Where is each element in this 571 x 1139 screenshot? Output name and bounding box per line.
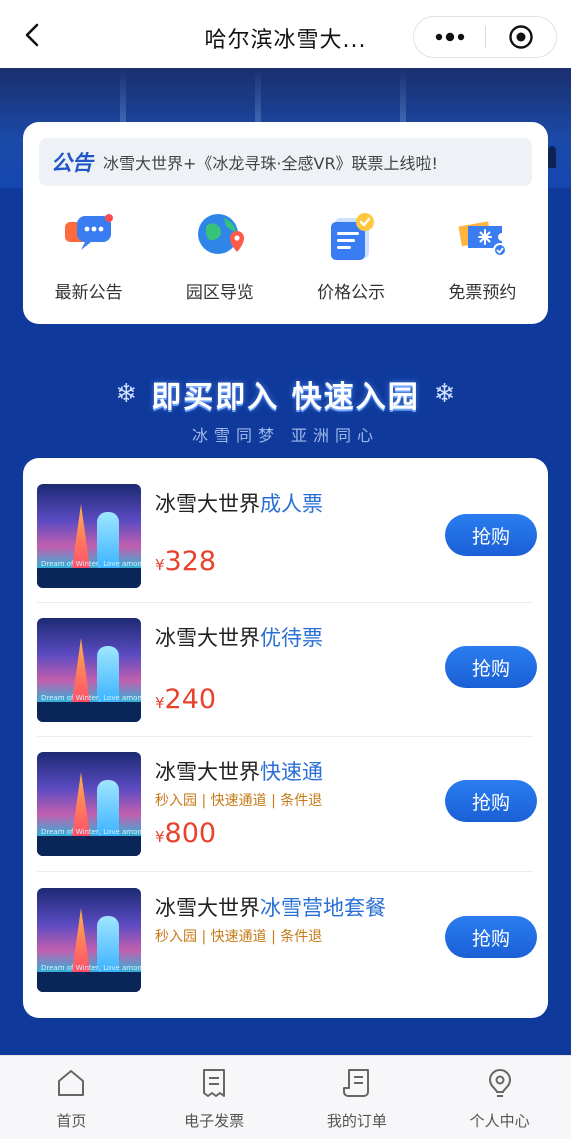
- ticket-tags: 秒入园 | 快速通道 | 条件退: [155, 929, 323, 945]
- notice-card: 公告 冰雪大世界+《冰龙寻珠·全感VR》联票上线啦! 最新公告 园区导览 价格公…: [23, 122, 548, 324]
- notice-bar[interactable]: 公告 冰雪大世界+《冰龙寻珠·全感VR》联票上线啦!: [39, 138, 532, 186]
- ticket-name-prefix: 冰雪大世界: [155, 760, 260, 784]
- currency-symbol: ¥: [155, 556, 165, 574]
- quick-link-announcement[interactable]: 最新公告: [23, 208, 154, 303]
- tab-invoice[interactable]: 电子发票: [143, 1056, 286, 1139]
- tab-label: 我的订单: [326, 1112, 387, 1130]
- ticket-thumbnail: Dream of Winter, Love among Asia: [37, 888, 141, 992]
- tab-home[interactable]: 首页: [0, 1056, 143, 1139]
- slogan-main-row: ❄ 即买即入 快速入园 ❄: [115, 372, 455, 416]
- list-item[interactable]: Dream of Winter, Love among Asia 冰雪大世界冰雪…: [37, 862, 537, 996]
- quick-links: 最新公告 园区导览 价格公示 免票预约: [23, 208, 548, 303]
- quick-link-label: 免票预约: [448, 283, 517, 303]
- more-dots-icon[interactable]: [414, 17, 485, 57]
- ticket-name-prefix: 冰雪大世界: [155, 492, 260, 516]
- slogan: ❄ 即买即入 快速入园 ❄ 冰雪同梦 亚洲同心: [0, 372, 571, 446]
- ticket-name: 冰雪大世界优待票: [155, 622, 323, 652]
- quick-link-label: 最新公告: [54, 283, 123, 303]
- ticket-tags: 秒入园 | 快速通道 | 条件退: [155, 793, 323, 809]
- profile-icon: [483, 1066, 517, 1100]
- tab-label: 电子发票: [184, 1112, 245, 1130]
- ticket-name-highlight: 优待票: [260, 626, 323, 650]
- buy-button[interactable]: 抢购: [445, 916, 537, 958]
- list-item[interactable]: Dream of Winter, Love among Asia 冰雪大世界快速…: [37, 726, 537, 860]
- quick-link-price-notice[interactable]: 价格公示: [286, 208, 417, 303]
- price-notepad-icon: [323, 208, 379, 264]
- ticket-name: 冰雪大世界成人票: [155, 488, 323, 518]
- order-scroll-icon: [340, 1066, 374, 1100]
- ticket-name-highlight: 快速通: [260, 760, 323, 784]
- bottom-tab-bar: 首页 电子发票 我的订单 个人中心: [0, 1055, 571, 1139]
- ticket-name-prefix: 冰雪大世界: [155, 896, 260, 920]
- globe-map-icon: [192, 208, 248, 264]
- thumbnail-caption: Dream of Winter, Love among Asia: [41, 964, 141, 972]
- price-value: 800: [164, 818, 217, 849]
- price-value: 328: [164, 546, 217, 577]
- list-item[interactable]: Dream of Winter, Love among Asia 冰雪大世界成人…: [37, 458, 537, 592]
- ticket-name-highlight: 成人票: [260, 492, 323, 516]
- slogan-subtitle: 冰雪同梦 亚洲同心: [191, 426, 380, 445]
- slogan-title: 即买即入 快速入园: [151, 380, 420, 415]
- tab-profile[interactable]: 个人中心: [428, 1056, 571, 1139]
- thumbnail-caption: Dream of Winter, Love among Asia: [41, 828, 141, 836]
- home-icon: [54, 1066, 88, 1100]
- quick-link-free-booking[interactable]: 免票预约: [417, 208, 548, 303]
- ticket-thumbnail: Dream of Winter, Love among Asia: [37, 752, 141, 856]
- notice-logo: 公告: [51, 151, 93, 175]
- mini-program-capsule: [413, 16, 557, 58]
- notice-text: 冰雪大世界+《冰龙寻珠·全感VR》联票上线啦!: [103, 154, 438, 173]
- ticket-name: 冰雪大世界冰雪营地套餐: [155, 892, 386, 922]
- tab-orders[interactable]: 我的订单: [286, 1056, 429, 1139]
- target-icon[interactable]: [486, 17, 556, 57]
- buy-button[interactable]: 抢购: [445, 646, 537, 688]
- ticket-price: ¥240: [155, 684, 216, 715]
- quick-link-park-guide[interactable]: 园区导览: [154, 208, 285, 303]
- ticket-price: ¥800: [155, 818, 216, 849]
- list-item[interactable]: Dream of Winter, Love among Asia 冰雪大世界优待…: [37, 592, 537, 726]
- snowflake-icon: ❄: [433, 379, 456, 409]
- ticket-price: ¥328: [155, 546, 216, 577]
- top-bar: 哈尔滨冰雪大...: [0, 0, 571, 68]
- tab-label: 个人中心: [469, 1112, 530, 1130]
- quick-link-label: 价格公示: [317, 283, 386, 303]
- price-value: 240: [164, 684, 217, 715]
- ticket-thumbnail: Dream of Winter, Love among Asia: [37, 484, 141, 588]
- ticket-thumbnail: Dream of Winter, Love among Asia: [37, 618, 141, 722]
- buy-button[interactable]: 抢购: [445, 514, 537, 556]
- thumbnail-caption: Dream of Winter, Love among Asia: [41, 694, 141, 702]
- ticket-name: 冰雪大世界快速通: [155, 756, 323, 786]
- announcement-chat-icon: [61, 208, 117, 264]
- ticket-name-highlight: 冰雪营地套餐: [260, 896, 386, 920]
- buy-button[interactable]: 抢购: [445, 780, 537, 822]
- quick-link-label: 园区导览: [185, 283, 254, 303]
- ticket-name-prefix: 冰雪大世界: [155, 626, 260, 650]
- ticket-snowflake-icon: [454, 208, 510, 264]
- ticket-list: Dream of Winter, Love among Asia 冰雪大世界成人…: [23, 458, 548, 1018]
- thumbnail-caption: Dream of Winter, Love among Asia: [41, 560, 141, 568]
- currency-symbol: ¥: [155, 694, 165, 712]
- tab-label: 首页: [56, 1112, 87, 1130]
- snowflake-icon: ❄: [115, 379, 138, 409]
- invoice-icon: [197, 1066, 231, 1100]
- currency-symbol: ¥: [155, 828, 165, 846]
